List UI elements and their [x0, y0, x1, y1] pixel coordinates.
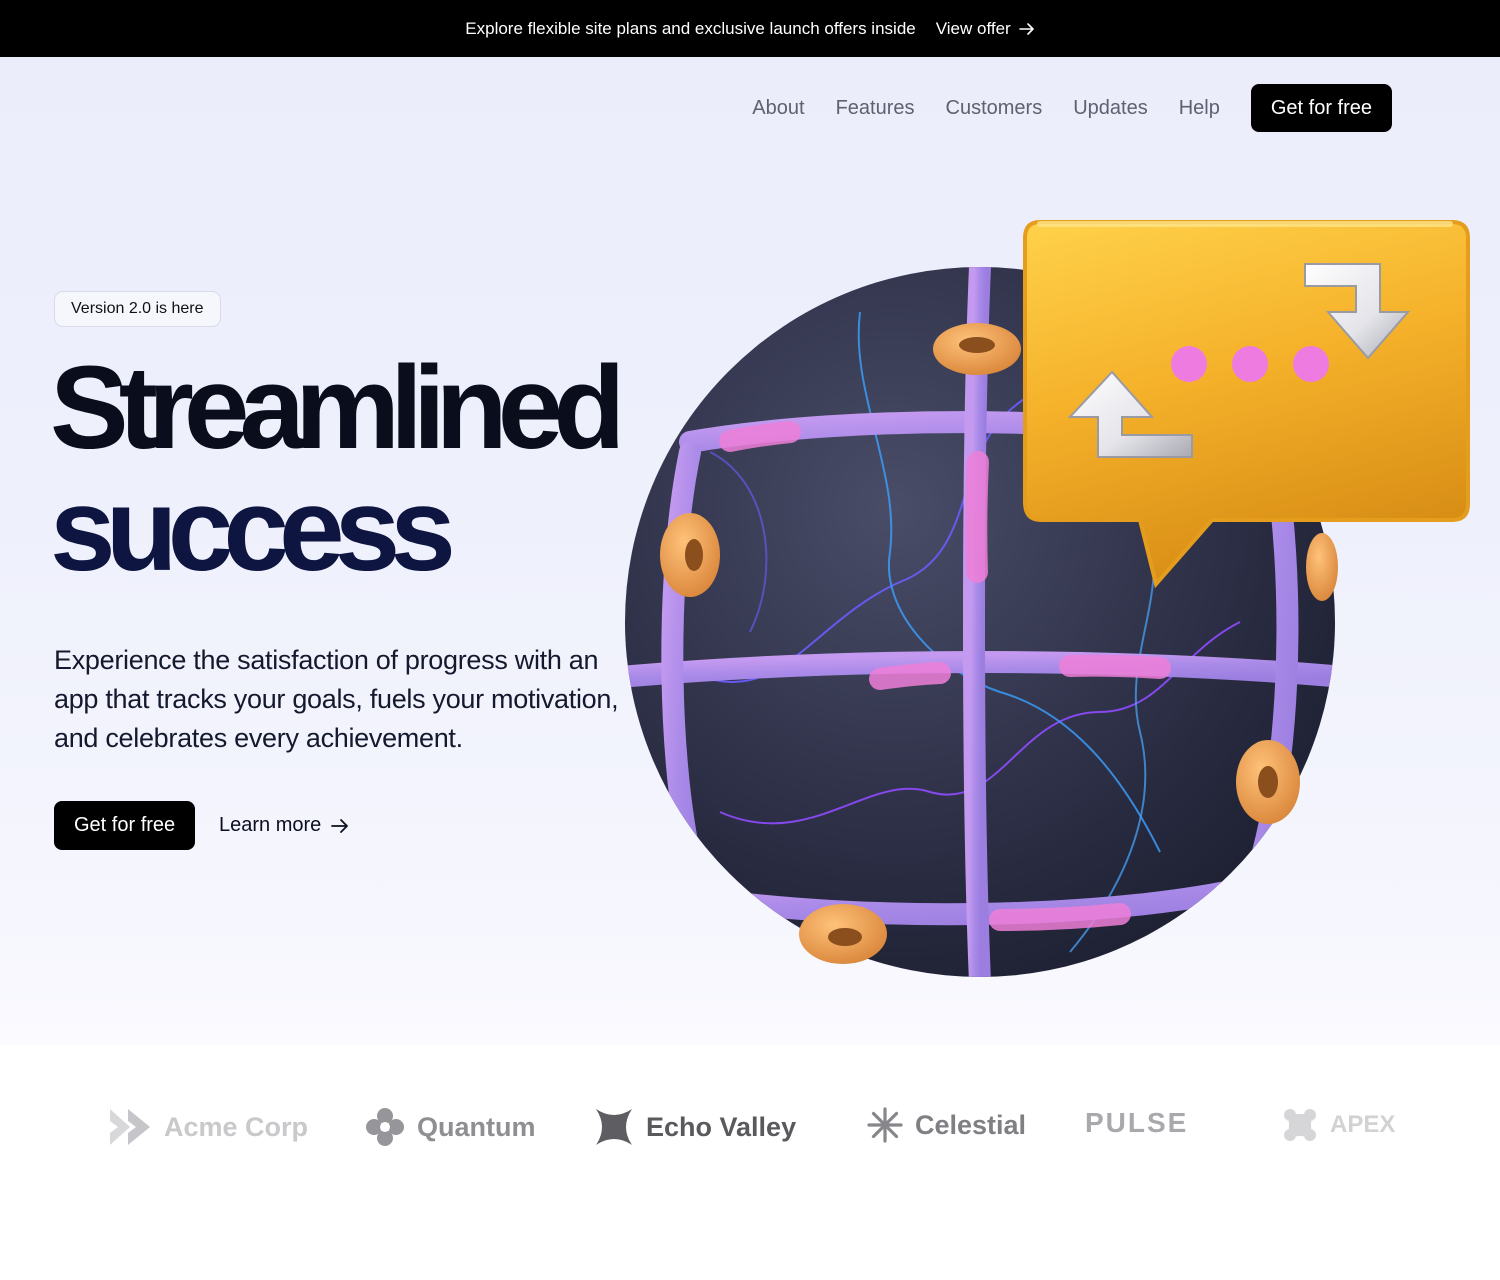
logo-quantum: Quantum: [365, 1107, 536, 1147]
headline-line-2: success: [50, 464, 456, 596]
customer-logos: Acme Corp Quantum Echo Valley Celestial …: [0, 1045, 1500, 1225]
nav-link-customers[interactable]: Customers: [946, 97, 1043, 120]
arrow-right-icon: [1018, 22, 1034, 35]
nav-get-for-free-button[interactable]: Get for free: [1250, 84, 1392, 132]
logo-apex: APEX: [1282, 1107, 1395, 1143]
version-badge: Version 2.0 is here: [54, 291, 221, 327]
globe-with-chat-bubble-illustration: [625, 220, 1470, 977]
main-nav: About Features Customers Updates Help Ge…: [752, 84, 1392, 132]
logo-label: APEX: [1330, 1111, 1396, 1138]
nav-link-updates[interactable]: Updates: [1073, 97, 1148, 120]
logo-label: Quantum: [417, 1111, 536, 1142]
typing-dot: [1171, 346, 1207, 382]
announcement-bar: Explore flexible site plans and exclusiv…: [0, 0, 1500, 57]
flower-icon: [366, 1108, 404, 1146]
clover-icon: [1284, 1109, 1316, 1141]
arrow-right-icon: [331, 818, 349, 833]
view-offer-label: View offer: [935, 18, 1011, 38]
view-offer-link[interactable]: View offer: [936, 19, 1035, 39]
logo-acme-corp: Acme Corp: [108, 1107, 308, 1147]
nav-link-about[interactable]: About: [752, 97, 804, 120]
logo-label: Echo Valley: [646, 1111, 797, 1142]
nav-link-help[interactable]: Help: [1179, 97, 1220, 120]
logo-celestial: Celestial: [867, 1107, 1026, 1143]
asterisk-icon: [867, 1107, 903, 1143]
logo-pulse: PULSE: [1085, 1107, 1188, 1139]
logo-label: Acme Corp: [164, 1111, 309, 1142]
announcement-text: Explore flexible site plans and exclusiv…: [465, 18, 916, 38]
logo-label: PULSE: [1085, 1107, 1189, 1138]
x-petal-icon: [596, 1109, 632, 1145]
typing-dot: [1232, 346, 1268, 382]
typing-dot: [1293, 346, 1329, 382]
chevron-stack-icon: [110, 1109, 150, 1145]
hero-description: Experience the satisfaction of progress …: [54, 645, 619, 753]
nav-link-features[interactable]: Features: [836, 97, 915, 120]
hero-section: About Features Customers Updates Help Ge…: [0, 57, 1500, 1045]
logo-echo-valley: Echo Valley: [594, 1107, 796, 1147]
headline-line-1: Streamlined: [50, 342, 625, 474]
learn-more-link[interactable]: Learn more: [219, 801, 349, 850]
hero-get-for-free-button[interactable]: Get for free: [54, 801, 196, 850]
logo-label: Celestial: [915, 1109, 1027, 1140]
hero-headline: Streamlined success: [50, 342, 625, 596]
learn-more-label: Learn more: [219, 814, 322, 836]
